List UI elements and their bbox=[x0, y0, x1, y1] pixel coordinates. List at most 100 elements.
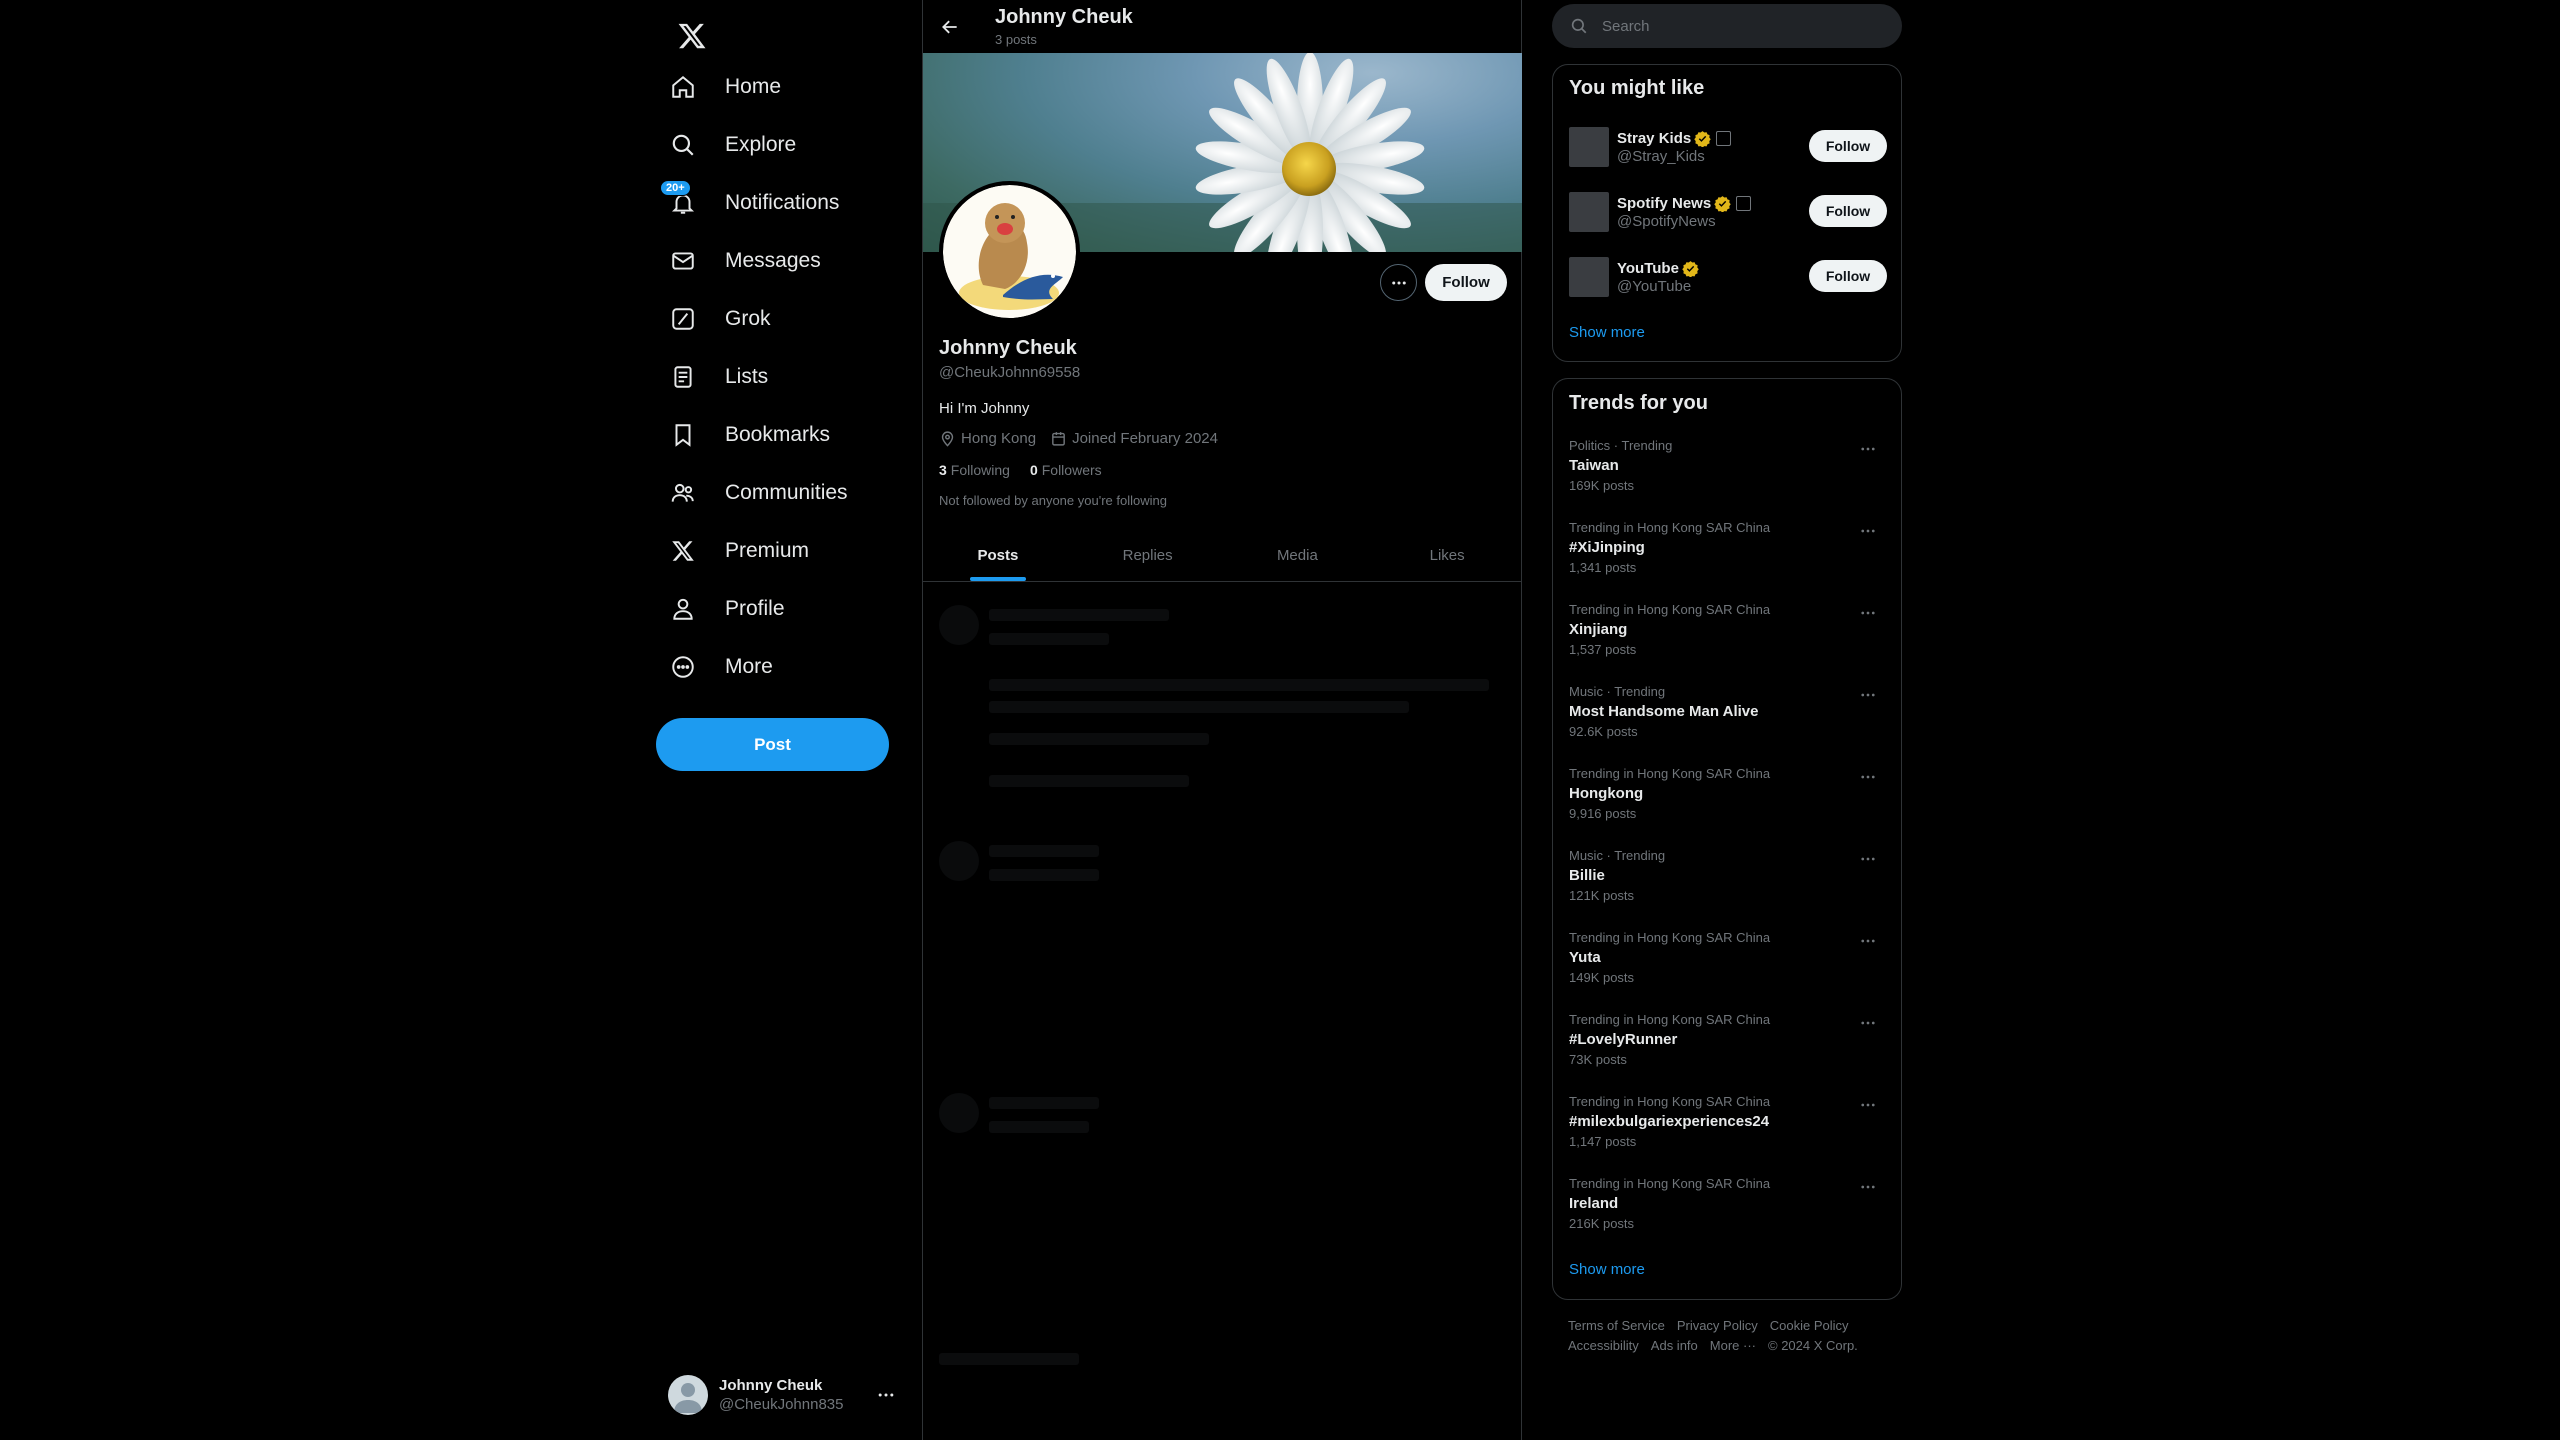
home-icon bbox=[668, 72, 698, 102]
nav-messages[interactable]: Messages bbox=[656, 232, 860, 290]
joined-text: Joined February 2024 bbox=[1072, 430, 1218, 447]
trend-item[interactable]: Trending in Hong Kong SAR China #LovelyR… bbox=[1569, 1012, 1887, 1090]
ellipsis-icon[interactable] bbox=[1859, 1014, 1877, 1037]
trend-context: Trending in Hong Kong SAR China bbox=[1569, 930, 1771, 945]
trend-context: Music · Trending bbox=[1569, 684, 1666, 699]
ellipsis-icon[interactable] bbox=[1859, 1178, 1877, 1201]
suggested-user[interactable]: Stray Kids @Stray_Kids Follow bbox=[1569, 126, 1887, 168]
nav-premium[interactable]: Premium bbox=[656, 522, 860, 580]
ghost-line bbox=[989, 845, 1099, 857]
trend-context: Trending in Hong Kong SAR China bbox=[1569, 602, 1771, 617]
nav-grok[interactable]: Grok bbox=[656, 290, 860, 348]
nav-notifications[interactable]: 20+ Notifications bbox=[656, 174, 860, 232]
x-logo-icon[interactable] bbox=[664, 8, 720, 64]
trends-show-more[interactable]: Show more bbox=[1569, 1261, 1645, 1278]
trend-item[interactable]: Politics · Trending Taiwan 169K posts bbox=[1569, 438, 1887, 516]
trend-name: Hongkong bbox=[1569, 785, 1644, 802]
trend-name: Ireland bbox=[1569, 1195, 1619, 1212]
nav-home[interactable]: Home bbox=[656, 58, 860, 116]
back-button[interactable] bbox=[933, 10, 967, 44]
trend-context: Trending in Hong Kong SAR China bbox=[1569, 520, 1771, 535]
ellipsis-icon[interactable] bbox=[876, 1385, 896, 1410]
profile-more-button[interactable] bbox=[1380, 264, 1417, 301]
nav-bookmarks[interactable]: Bookmarks bbox=[656, 406, 860, 464]
followers-link[interactable]: 0 Followers bbox=[1030, 462, 1102, 478]
ellipsis-icon[interactable] bbox=[1859, 604, 1877, 627]
trend-item[interactable]: Trending in Hong Kong SAR China #milexbu… bbox=[1569, 1094, 1887, 1172]
tab-posts[interactable]: Posts bbox=[923, 529, 1073, 581]
suggested-user-handle: @Stray_Kids bbox=[1617, 147, 1705, 165]
trend-count: 216K posts bbox=[1569, 1216, 1635, 1231]
post-button[interactable]: Post bbox=[656, 718, 889, 771]
tab-likes[interactable]: Likes bbox=[1372, 529, 1522, 581]
follow-button[interactable]: Follow bbox=[1809, 130, 1887, 162]
ghost-line bbox=[989, 869, 1099, 881]
tab-replies[interactable]: Replies bbox=[1073, 529, 1223, 581]
ghost-line bbox=[989, 701, 1409, 713]
suggested-user-name-row: Spotify News bbox=[1617, 195, 1752, 212]
nav-explore-label: Explore bbox=[725, 133, 797, 156]
ellipsis-icon[interactable] bbox=[1859, 1096, 1877, 1119]
search-icon bbox=[1571, 18, 1587, 34]
suggested-user-name-row: YouTube bbox=[1617, 260, 1699, 277]
trend-item[interactable]: Music · Trending Most Handsome Man Alive… bbox=[1569, 684, 1887, 762]
nav-lists[interactable]: Lists bbox=[656, 348, 860, 406]
trend-count: 1,147 posts bbox=[1569, 1134, 1637, 1149]
left-navigation: Home Explore 20+ Notifications Messages bbox=[640, 0, 923, 1440]
who-to-follow-show-more[interactable]: Show more bbox=[1569, 324, 1645, 341]
trend-item[interactable]: Trending in Hong Kong SAR China Yuta 149… bbox=[1569, 930, 1887, 1008]
who-to-follow-panel: You might like Stray Kids @Stray_Kids Fo… bbox=[1552, 64, 1902, 362]
nav-more[interactable]: More bbox=[656, 638, 860, 696]
trend-item[interactable]: Trending in Hong Kong SAR China Xinjiang… bbox=[1569, 602, 1887, 680]
trend-name: Billie bbox=[1569, 867, 1605, 884]
trend-context: Trending in Hong Kong SAR China bbox=[1569, 1012, 1771, 1027]
trend-name: #milexbulgariexperiences24 bbox=[1569, 1113, 1770, 1130]
profile-handle: @CheukJohnn69558 bbox=[939, 364, 1081, 381]
trend-item[interactable]: Trending in Hong Kong SAR China Ireland … bbox=[1569, 1176, 1887, 1254]
notifications-badge: 20+ bbox=[660, 180, 691, 196]
profile-avatar[interactable] bbox=[939, 181, 1080, 322]
profile-bio: Hi I'm Johnny bbox=[939, 400, 1030, 417]
nav-premium-label: Premium bbox=[725, 539, 810, 562]
avatar bbox=[1569, 192, 1609, 232]
suggested-user-handle: @SpotifyNews bbox=[1617, 212, 1716, 230]
ellipsis-icon[interactable] bbox=[1859, 686, 1877, 709]
footer-link-privacy[interactable]: Privacy Policy bbox=[1677, 1318, 1758, 1333]
footer-link-ads-info[interactable]: Ads info bbox=[1651, 1338, 1698, 1353]
follow-stats: 3 Following 0 Followers bbox=[939, 462, 1122, 478]
trend-item[interactable]: Trending in Hong Kong SAR China #XiJinpi… bbox=[1569, 520, 1887, 598]
tab-media[interactable]: Media bbox=[1223, 529, 1373, 581]
nav-profile[interactable]: Profile bbox=[656, 580, 860, 638]
follow-button[interactable]: Follow bbox=[1425, 264, 1507, 301]
ellipsis-icon[interactable] bbox=[1859, 440, 1877, 463]
suggested-user[interactable]: Spotify News @SpotifyNews Follow bbox=[1569, 191, 1887, 233]
footer-link-cookie[interactable]: Cookie Policy bbox=[1770, 1318, 1849, 1333]
following-link[interactable]: 3 Following bbox=[939, 462, 1010, 478]
location-pin-icon bbox=[941, 431, 954, 447]
ghost-line bbox=[989, 1097, 1099, 1109]
ellipsis-icon[interactable] bbox=[1859, 768, 1877, 791]
suggested-user[interactable]: YouTube @YouTube Follow bbox=[1569, 256, 1887, 298]
ghost-line bbox=[989, 775, 1189, 787]
follow-button[interactable]: Follow bbox=[1809, 260, 1887, 292]
footer-link-terms[interactable]: Terms of Service bbox=[1568, 1318, 1665, 1333]
trend-name: Xinjiang bbox=[1569, 621, 1628, 638]
ellipsis-icon[interactable] bbox=[1859, 932, 1877, 955]
nav-list: Home Explore 20+ Notifications Messages bbox=[656, 58, 860, 696]
ghost-line bbox=[989, 1121, 1089, 1133]
nav-explore[interactable]: Explore bbox=[656, 116, 860, 174]
follow-button[interactable]: Follow bbox=[1809, 195, 1887, 227]
footer-link-accessibility[interactable]: Accessibility bbox=[1568, 1338, 1639, 1353]
ellipsis-icon[interactable] bbox=[1859, 850, 1877, 873]
ellipsis-icon[interactable] bbox=[1859, 522, 1877, 545]
nav-communities[interactable]: Communities bbox=[656, 464, 860, 522]
footer-link-more[interactable]: More ··· bbox=[1710, 1338, 1756, 1353]
search-bar[interactable] bbox=[1552, 4, 1902, 48]
trend-item[interactable]: Music · Trending Billie 121K posts bbox=[1569, 848, 1887, 926]
trend-item[interactable]: Trending in Hong Kong SAR China Hongkong… bbox=[1569, 766, 1887, 844]
search-input[interactable] bbox=[1602, 17, 1882, 35]
ghost-line bbox=[939, 1353, 1079, 1365]
account-switcher[interactable]: Johnny Cheuk @CheukJohnn835 bbox=[656, 1365, 906, 1425]
suggested-user-name: YouTube bbox=[1617, 259, 1679, 277]
nav-notifications-label: Notifications bbox=[725, 191, 840, 214]
